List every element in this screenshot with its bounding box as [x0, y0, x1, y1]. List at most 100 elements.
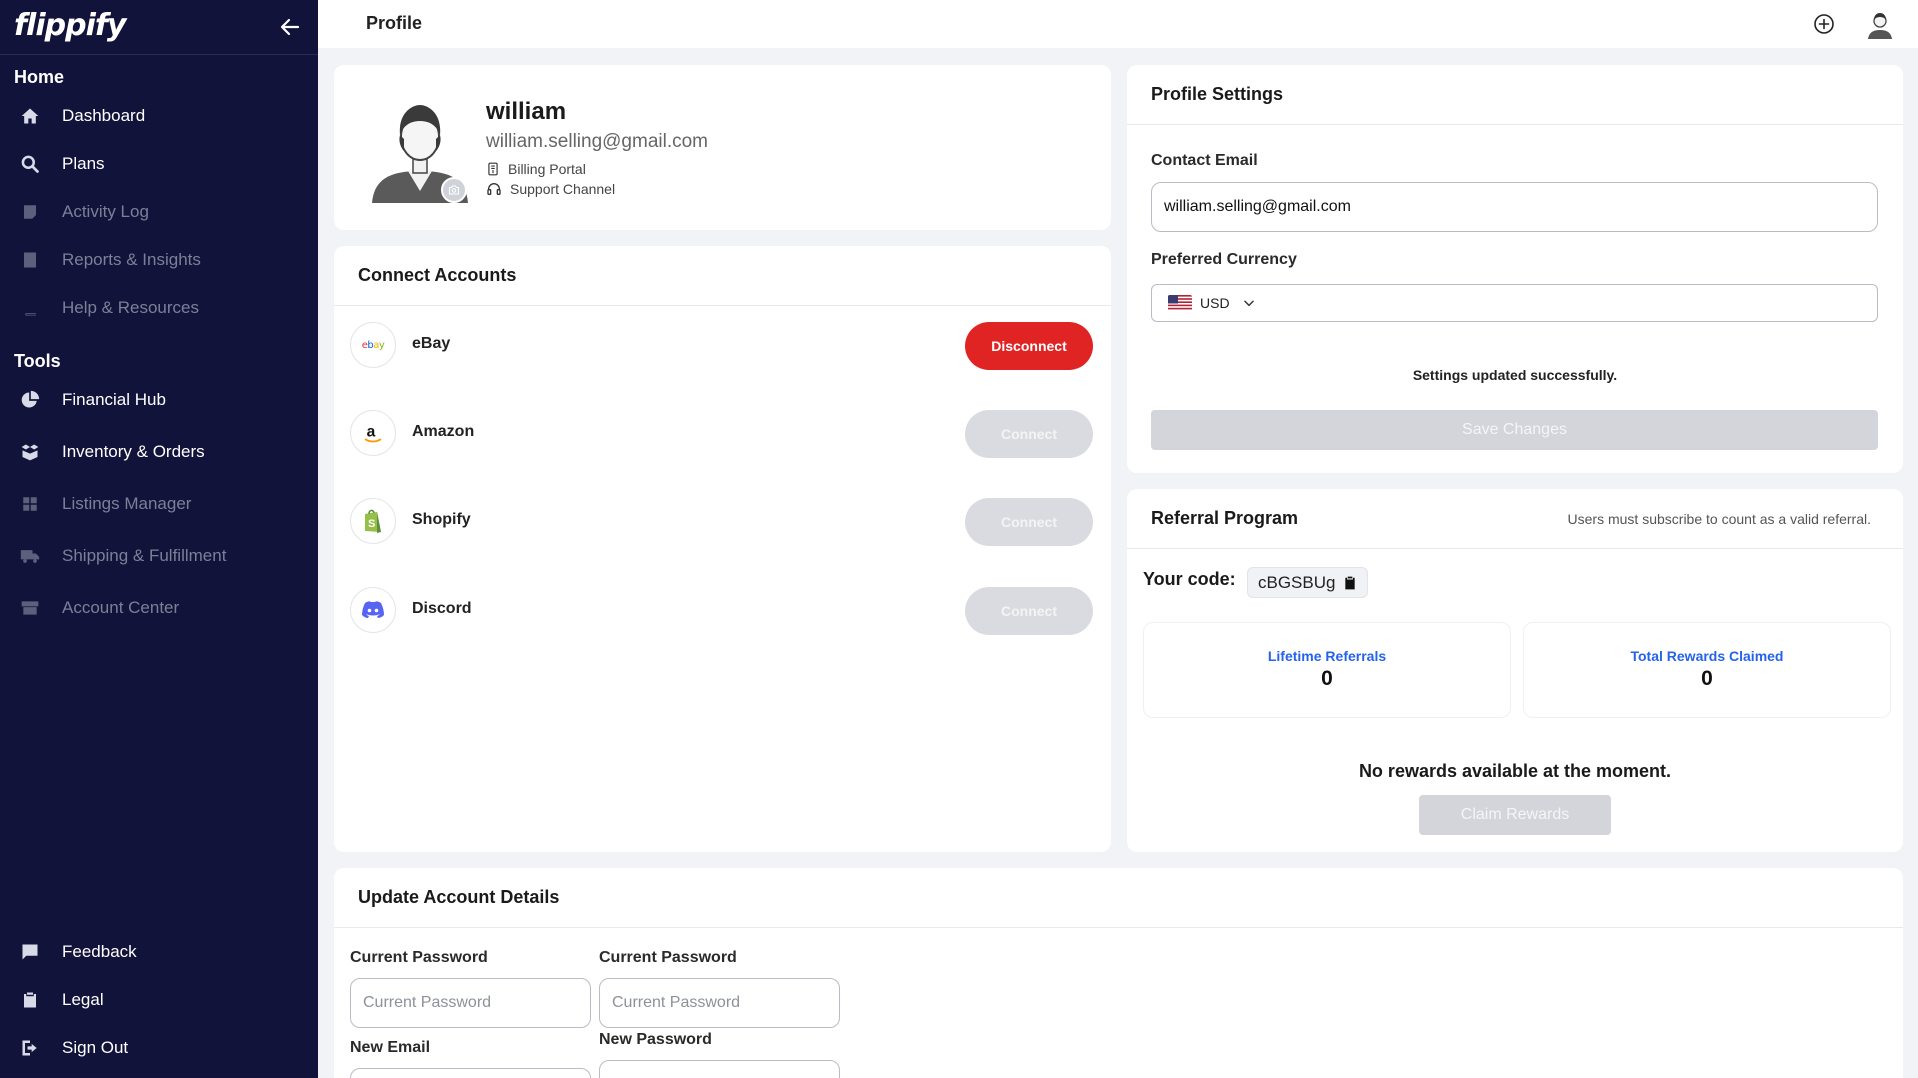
- no-rewards-message: No rewards available at the moment.: [1358, 761, 1672, 781]
- sidebar-item-label: Legal: [62, 990, 104, 1009]
- account-name: Shopify: [412, 511, 471, 528]
- sidebar-item-label: Feedback: [62, 942, 137, 961]
- card-header: Connect Accounts: [334, 246, 1111, 306]
- total-rewards-value: 0: [1701, 667, 1713, 690]
- sidebar-divider: [0, 54, 318, 55]
- lifetime-referrals-value: 0: [1321, 667, 1333, 690]
- account-name: eBay: [412, 335, 451, 352]
- sidebar-item-label: Sign Out: [62, 1038, 129, 1057]
- sidebar-item-plans[interactable]: Plans: [0, 144, 318, 184]
- support-channel-link[interactable]: Support Channel: [486, 181, 615, 197]
- referral-note: Users must subscribe to count as a valid…: [1567, 511, 1871, 527]
- headset-icon: [487, 183, 501, 195]
- search-icon: [20, 154, 40, 174]
- billing-icon: [488, 162, 498, 176]
- total-rewards-label: Total Rewards Claimed: [1630, 648, 1784, 664]
- lifetime-referrals-label: Lifetime Referrals: [1267, 648, 1387, 664]
- activity-log-icon: [20, 202, 40, 222]
- referral-code-label: Your code:: [1143, 569, 1236, 589]
- camera-icon[interactable]: [441, 177, 467, 203]
- sidebar-item-label: Shipping & Fulfillment: [62, 546, 227, 565]
- book-icon: [20, 298, 40, 318]
- sidebar-item-reports[interactable]: Reports & Insights: [0, 240, 318, 280]
- total-rewards-stat: Total Rewards Claimed 0: [1523, 622, 1891, 718]
- billing-portal-link[interactable]: Billing Portal: [486, 161, 586, 177]
- account-row-discord: Discord Connect: [350, 587, 1093, 635]
- profile-name: william: [486, 98, 567, 125]
- sidebar-section-tools: Tools: [14, 351, 61, 371]
- profile-settings-card: Profile Settings Contact Email Preferred…: [1127, 65, 1903, 473]
- grid-icon: [20, 494, 40, 514]
- account-row-shopify: S Shopify Connect: [350, 498, 1093, 546]
- save-changes-button[interactable]: Save Changes: [1151, 410, 1878, 450]
- top-bar: Profile: [318, 0, 1918, 48]
- sidebar-item-inventory[interactable]: Inventory & Orders: [0, 432, 318, 472]
- sidebar-item-account-center[interactable]: Account Center: [0, 588, 318, 628]
- sign-out-icon: [20, 1038, 40, 1058]
- current-password-field-2[interactable]: [599, 978, 840, 1028]
- user-avatar[interactable]: [1864, 8, 1896, 40]
- account-name: Amazon: [412, 423, 475, 440]
- sidebar-item-label: Inventory & Orders: [62, 442, 205, 461]
- account-row-ebay: ebay eBay Disconnect: [350, 322, 1093, 370]
- sidebar-item-legal[interactable]: Legal: [0, 980, 318, 1020]
- sidebar-item-feedback[interactable]: Feedback: [0, 932, 318, 972]
- current-password-field[interactable]: [350, 978, 591, 1028]
- new-email-label: New Email: [350, 1039, 431, 1056]
- sidebar-item-listings[interactable]: Listings Manager: [0, 484, 318, 524]
- connect-shopify-button[interactable]: Connect: [965, 498, 1093, 546]
- connect-accounts-card: Connect Accounts ebay eBay Disconnect a …: [334, 246, 1111, 852]
- disconnect-ebay-button[interactable]: Disconnect: [965, 322, 1093, 370]
- clipboard-copy-icon: [1345, 576, 1356, 589]
- new-email-field[interactable]: [350, 1068, 591, 1078]
- sidebar-item-financial-hub[interactable]: Financial Hub: [0, 380, 318, 420]
- contact-email-label: Contact Email: [1151, 152, 1258, 169]
- discord-logo-icon: [350, 587, 396, 633]
- current-password-label: Current Password: [599, 949, 737, 966]
- preferred-currency-label: Preferred Currency: [1151, 251, 1297, 268]
- contact-email-field[interactable]: [1151, 182, 1878, 232]
- sidebar-item-help[interactable]: Help & Resources: [0, 288, 318, 328]
- claim-rewards-button[interactable]: Claim Rewards: [1419, 795, 1611, 835]
- shopify-logo-icon: S: [350, 498, 396, 544]
- app-logo[interactable]: flippify: [14, 8, 126, 43]
- sidebar-item-label: Listings Manager: [62, 494, 192, 513]
- sidebar-item-label: Plans: [62, 154, 105, 173]
- account-row-amazon: a Amazon Connect: [350, 410, 1093, 458]
- profile-settings-title: Profile Settings: [1151, 84, 1284, 104]
- sidebar-item-activity-log[interactable]: Activity Log: [0, 192, 318, 232]
- reports-icon: [20, 250, 40, 270]
- amazon-logo-icon: a: [350, 410, 396, 456]
- support-channel-label: Support Channel: [510, 181, 616, 197]
- sidebar-item-shipping[interactable]: Shipping & Fulfillment: [0, 536, 318, 576]
- currency-select[interactable]: USD: [1151, 284, 1878, 322]
- billing-portal-label: Billing Portal: [508, 161, 586, 177]
- settings-status-message: Settings updated successfully.: [1412, 367, 1618, 383]
- connect-accounts-title: Connect Accounts: [358, 265, 517, 285]
- sidebar-item-dashboard[interactable]: Dashboard: [0, 96, 318, 136]
- svg-text:a: a: [367, 424, 376, 441]
- pie-chart-icon: [20, 390, 40, 410]
- profile-email: william.selling@gmail.com: [486, 131, 709, 152]
- referral-code-copy[interactable]: cBGSBUg: [1247, 567, 1369, 598]
- card-header: Referral Program Users must subscribe to…: [1127, 489, 1903, 549]
- sidebar-item-label: Dashboard: [62, 106, 146, 125]
- sidebar-item-label: Account Center: [62, 598, 180, 617]
- collapse-sidebar-icon[interactable]: [278, 15, 302, 39]
- home-icon: [20, 106, 40, 126]
- box-icon: [20, 442, 40, 462]
- update-account-card: Update Account Details Current Password …: [334, 868, 1903, 1078]
- sidebar-item-label: Financial Hub: [62, 390, 166, 409]
- chevron-down-icon: [1243, 300, 1254, 307]
- connect-amazon-button[interactable]: Connect: [965, 410, 1093, 458]
- referral-program-title: Referral Program: [1151, 508, 1299, 528]
- sidebar-item-sign-out[interactable]: Sign Out: [0, 1028, 318, 1068]
- connect-discord-button[interactable]: Connect: [965, 587, 1093, 635]
- current-password-label: Current Password: [350, 949, 488, 966]
- sidebar-item-label: Help & Resources: [62, 298, 200, 317]
- add-circle-icon[interactable]: [1812, 12, 1836, 36]
- currency-value: USD: [1200, 295, 1230, 311]
- referral-code: cBGSBUg: [1258, 572, 1336, 592]
- update-account-title: Update Account Details: [358, 887, 560, 907]
- new-password-field[interactable]: [599, 1060, 840, 1078]
